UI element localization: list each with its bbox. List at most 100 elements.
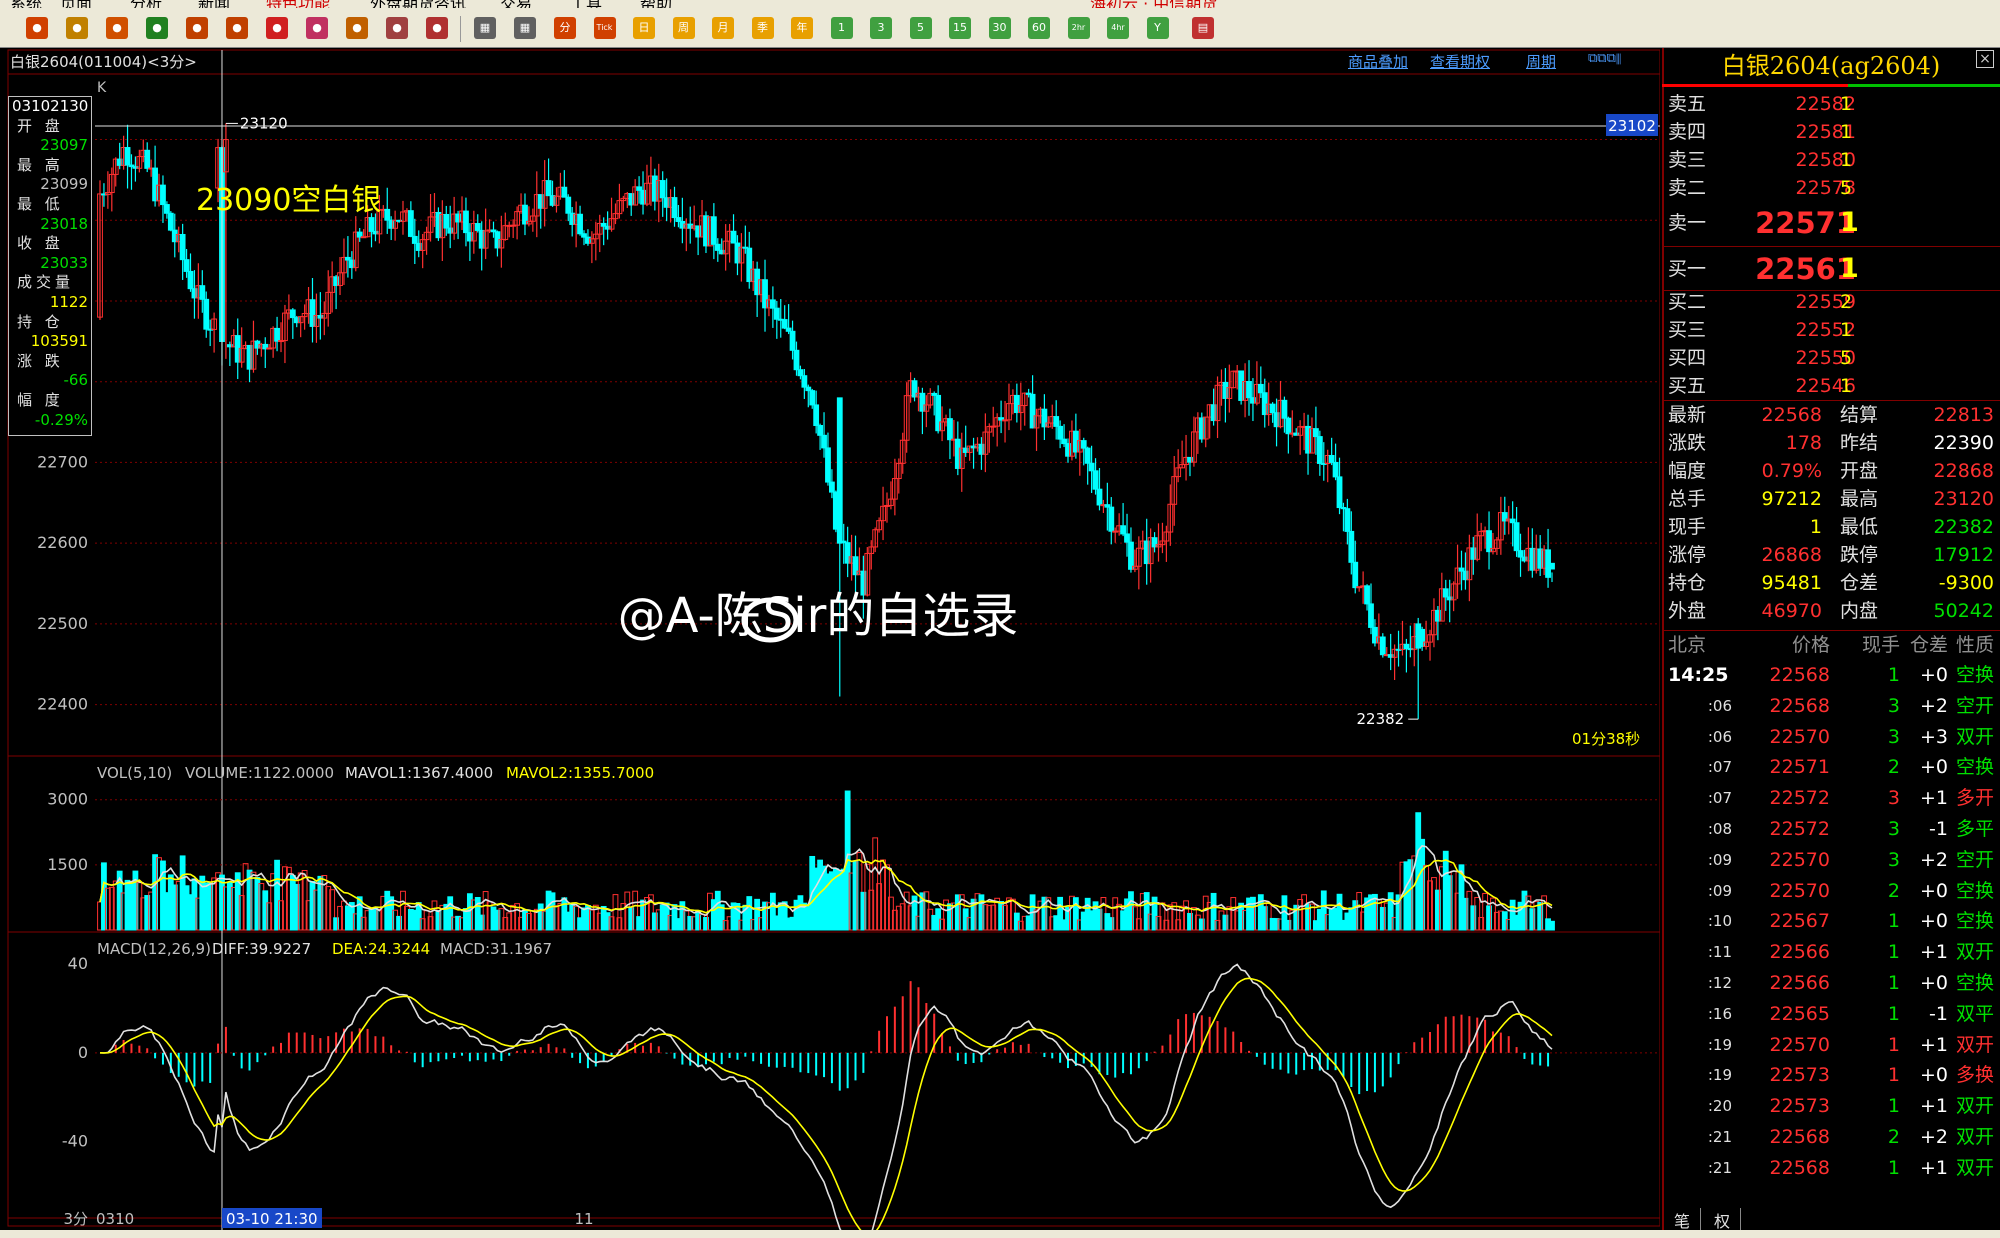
period-button-6[interactable]: 年 — [791, 17, 813, 39]
menu-item-6[interactable]: 交易 — [500, 0, 532, 8]
tick-qty: 1 — [1887, 972, 1900, 994]
menu-item-4[interactable]: 特色功能 — [266, 0, 330, 8]
options-link[interactable]: 查看期权 — [1430, 51, 1490, 72]
layout-icon[interactable]: ⧉⧉⧉⦀ — [1588, 51, 1652, 67]
calendar-icon[interactable]: ▤ — [1192, 17, 1214, 39]
bid-label: 买四 — [1668, 347, 1707, 369]
tick-price: 22568 — [1769, 664, 1830, 686]
period-button-1[interactable]: Tick — [593, 17, 616, 39]
stat-value: -9300 — [1938, 572, 1994, 594]
refresh-icon[interactable]: ● — [146, 17, 168, 39]
infobox-value: 23099 — [40, 175, 88, 194]
news-icon[interactable]: ● — [106, 17, 128, 39]
infobox-value: 23033 — [40, 253, 88, 272]
period-button-0[interactable]: 分 — [554, 17, 576, 39]
tab-rights[interactable]: 权 — [1704, 1208, 1742, 1232]
ask-label: 卖四 — [1668, 121, 1707, 143]
tick-time: :08 — [1707, 820, 1732, 838]
period-button-4[interactable]: 月 — [712, 17, 734, 39]
candle-body — [1344, 508, 1351, 532]
period-button-7[interactable]: 1 — [830, 17, 853, 39]
candle-body — [1080, 440, 1087, 449]
zoom-in-icon[interactable]: ● — [186, 17, 208, 39]
tick-price: 22570 — [1769, 848, 1830, 871]
infobox-label: 最 高 — [17, 155, 64, 174]
pin-icon[interactable]: ● — [386, 17, 408, 39]
stat-label: 最低 — [1840, 516, 1879, 538]
candle-body — [1336, 476, 1343, 509]
tick-nature: 多开 — [1956, 787, 1995, 810]
home-icon[interactable]: ● — [26, 17, 48, 39]
menu-item-5[interactable]: 外盘期货咨讯 — [370, 0, 466, 8]
kline-chart[interactable]: 22700 22600 22500 22400 K 23120 22382 23102 2309… — [0, 48, 1660, 1230]
candle-body — [1513, 522, 1520, 552]
period-button-13[interactable]: 2hr — [1067, 17, 1090, 39]
candle-body — [1285, 417, 1292, 435]
period-button-11[interactable]: 30 — [988, 17, 1011, 39]
candle-body — [671, 197, 678, 219]
tick-row: :10 22567 1 +0 空换 — [1668, 906, 1998, 936]
period-button-12[interactable]: 60 — [1028, 17, 1050, 39]
tick-price: 22568 — [1769, 1156, 1830, 1179]
menu-item-1[interactable]: 页面 — [60, 0, 92, 8]
folder-icon[interactable]: ● — [66, 17, 88, 39]
period-link[interactable]: 周期 — [1526, 51, 1556, 72]
chart-icon[interactable]: ▦ — [514, 17, 536, 39]
candle-body — [368, 217, 375, 232]
period-button-14[interactable]: 4hr — [1107, 17, 1129, 39]
macd-legend-value: MACD:31.1967 — [440, 940, 552, 958]
tick-nature: 双开 — [1956, 1033, 1995, 1056]
bid1-row: 买一 22561 1 — [1668, 252, 1998, 286]
menu-item-3[interactable]: 新闻 — [198, 0, 230, 8]
candle-body — [1269, 403, 1276, 414]
tick-price: 22573 — [1769, 1064, 1830, 1087]
infobox-label: 最 低 — [17, 194, 64, 213]
tick-oi-change: +1 — [1919, 787, 1948, 810]
tick-qty: 2 — [1887, 879, 1900, 902]
bid1-label: 买一 — [1668, 258, 1707, 280]
bid-volume: 1 — [1840, 375, 1853, 397]
candle-body — [1084, 447, 1091, 464]
period-button-5[interactable]: 季 — [751, 17, 774, 39]
tick-time: :20 — [1707, 1097, 1732, 1116]
candle-body — [1549, 562, 1555, 570]
candle-body — [1128, 541, 1134, 570]
quote-title: 白银2604(ag2604) — [1721, 52, 1941, 80]
menu-item-8[interactable]: 帮助 — [640, 0, 672, 8]
infobox-value: -0.29% — [34, 410, 88, 429]
period-button-8[interactable]: 3 — [870, 17, 892, 39]
stat-label: 最高 — [1840, 488, 1879, 510]
tick-time: :07 — [1707, 789, 1732, 808]
tab-trades[interactable]: 笔 — [1664, 1208, 1702, 1232]
menu-item-0[interactable]: 系统 — [10, 0, 42, 8]
menu-item-9[interactable]: 海初云 · 中信期货 — [1090, 0, 1217, 8]
table-icon[interactable]: ▦ — [474, 17, 496, 39]
period-button-9[interactable]: 5 — [909, 17, 932, 39]
compare-link[interactable]: 商品叠加 — [1348, 51, 1408, 72]
bell-icon[interactable]: ● — [346, 17, 368, 39]
candle-body — [825, 447, 831, 483]
macd-tick-label: -40 — [62, 1132, 88, 1151]
period-button-10[interactable]: 15 — [949, 17, 971, 39]
menu-item-7[interactable]: 工具 — [570, 0, 602, 8]
period-button-15[interactable]: Y — [1146, 17, 1169, 39]
chart-area[interactable]: 22700 22600 22500 22400 K 23120 22382 23102 2309… — [0, 48, 1660, 1230]
period-button-3[interactable]: 周 — [672, 17, 695, 39]
tick-qty: 1 — [1887, 664, 1900, 686]
window-icon[interactable]: ● — [266, 17, 288, 39]
infobox-label: 开 盘 — [17, 116, 64, 135]
menu-item-2[interactable]: 分析 — [130, 0, 162, 8]
bid-volume: 5 — [1840, 347, 1853, 369]
infobox-value: 23018 — [40, 214, 88, 233]
candle-body — [1364, 585, 1370, 605]
candle-body — [809, 390, 816, 406]
draw-icon[interactable]: ● — [306, 17, 328, 39]
period-button-2[interactable]: 日 — [633, 17, 655, 39]
alert-icon[interactable]: ● — [426, 17, 448, 39]
annotation-text: 23090空白银 — [196, 183, 381, 218]
zoom-out-icon[interactable]: ● — [226, 17, 248, 39]
macd-tick-label: 0 — [78, 1043, 88, 1062]
tick-nature: 空开 — [1956, 694, 1995, 717]
tick-qty: 1 — [1887, 1002, 1900, 1025]
close-icon[interactable]: × — [1976, 50, 1994, 68]
